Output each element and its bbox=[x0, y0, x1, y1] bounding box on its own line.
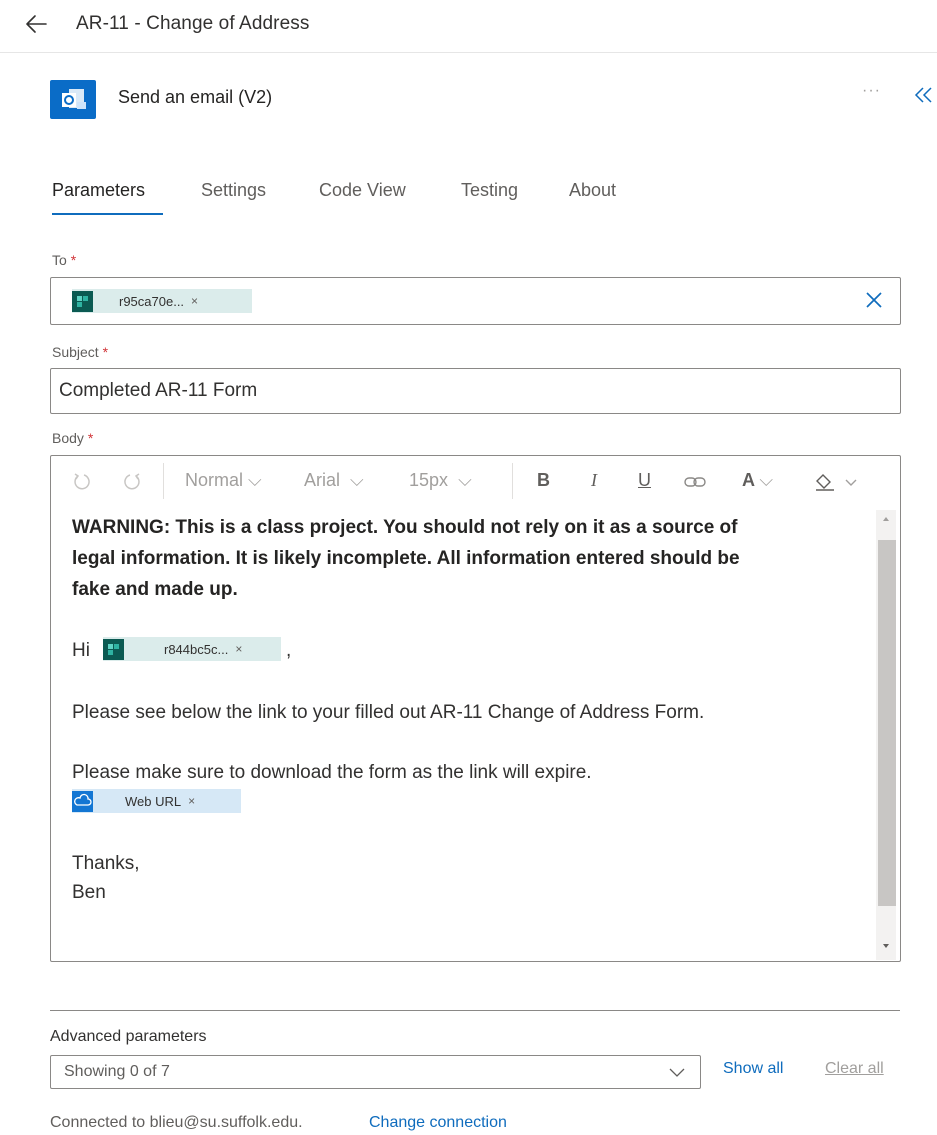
paragraph-style-dropdown[interactable]: Normal ⌵ bbox=[185, 470, 262, 491]
font-family-dropdown[interactable]: Arial ⌵ bbox=[304, 470, 364, 491]
tab-parameters[interactable]: Parameters bbox=[52, 180, 145, 201]
body-thanks: Thanks, bbox=[72, 853, 140, 874]
to-label: To * bbox=[52, 252, 77, 268]
web-url-token[interactable]: Web URL × bbox=[72, 789, 241, 813]
link-icon[interactable] bbox=[684, 474, 706, 490]
toolbar-divider bbox=[163, 463, 164, 499]
greeting-comma: , bbox=[286, 640, 292, 661]
tab-testing[interactable]: Testing bbox=[461, 180, 518, 201]
header-divider bbox=[0, 52, 937, 53]
warning-line: fake and made up. bbox=[72, 579, 238, 600]
dynamic-content-icon bbox=[103, 638, 124, 660]
chevron-down-icon: ⌵ bbox=[759, 470, 774, 490]
chevron-down-icon: ⌵ bbox=[350, 470, 364, 490]
chevron-down-icon: ⌵ bbox=[458, 470, 472, 490]
scrollbar-thumb[interactable] bbox=[878, 540, 896, 906]
dynamic-content-icon bbox=[72, 290, 93, 312]
body-label: Body * bbox=[52, 430, 94, 446]
body-signature: Ben bbox=[72, 882, 106, 903]
greeting-text: Hi bbox=[72, 640, 90, 661]
advanced-parameters-label: Advanced parameters bbox=[50, 1028, 207, 1045]
to-token[interactable]: r95ca70e... × bbox=[72, 289, 252, 313]
toolbar-divider bbox=[512, 463, 513, 499]
warning-line: WARNING: This is a class project. You sh… bbox=[72, 517, 738, 538]
font-size-dropdown[interactable]: 15px ⌵ bbox=[409, 470, 472, 491]
collapse-panel-icon[interactable] bbox=[912, 84, 934, 106]
more-options-icon[interactable]: ··· bbox=[862, 82, 884, 102]
tab-code-view[interactable]: Code View bbox=[319, 180, 406, 201]
italic-button[interactable]: I bbox=[591, 470, 597, 491]
remove-token-icon[interactable]: × bbox=[188, 794, 195, 808]
onedrive-icon bbox=[72, 790, 93, 812]
warning-line: legal information. It is likely incomple… bbox=[72, 548, 740, 569]
underline-button[interactable]: U bbox=[638, 470, 651, 491]
tab-settings[interactable]: Settings bbox=[201, 180, 266, 201]
action-title: Send an email (V2) bbox=[118, 87, 273, 107]
connection-status: Connected to blieu@su.suffolk.edu. bbox=[50, 1114, 303, 1131]
change-connection-link[interactable]: Change connection bbox=[369, 1114, 507, 1132]
highlight-color-button[interactable] bbox=[814, 472, 860, 492]
recipient-token[interactable]: r844bc5c... × bbox=[103, 637, 281, 661]
outlook-icon bbox=[50, 80, 96, 119]
flow-title: AR-11 - Change of Address bbox=[76, 13, 310, 34]
clear-field-icon[interactable] bbox=[862, 288, 886, 312]
clear-all-button[interactable]: Clear all bbox=[825, 1060, 884, 1078]
tab-about[interactable]: About bbox=[569, 180, 616, 201]
body-line-download: Please make sure to download the form as… bbox=[72, 762, 592, 783]
back-arrow-icon[interactable] bbox=[22, 10, 50, 38]
body-line-link: Please see below the link to your filled… bbox=[72, 702, 705, 723]
bold-button[interactable]: B bbox=[537, 470, 550, 491]
section-divider bbox=[50, 1010, 900, 1011]
show-all-button[interactable]: Show all bbox=[723, 1060, 783, 1078]
to-token-label: r95ca70e... bbox=[119, 293, 185, 309]
subject-label: Subject * bbox=[52, 344, 109, 360]
scroll-up-icon[interactable] bbox=[880, 512, 892, 524]
recipient-token-label: r844bc5c... bbox=[164, 641, 229, 657]
remove-token-icon[interactable]: × bbox=[191, 294, 198, 308]
web-url-label: Web URL bbox=[125, 793, 182, 809]
redo-icon[interactable] bbox=[122, 471, 142, 491]
chevron-down-icon: ⌵ bbox=[248, 470, 262, 490]
scroll-down-icon[interactable] bbox=[880, 939, 892, 951]
subject-value: Completed AR-11 Form bbox=[59, 380, 258, 401]
remove-token-icon[interactable]: × bbox=[235, 642, 242, 656]
chevron-down-icon[interactable] bbox=[668, 1064, 686, 1080]
font-color-button[interactable]: A ⌵ bbox=[742, 470, 773, 491]
undo-icon[interactable] bbox=[72, 471, 92, 491]
advanced-parameters-value: Showing 0 of 7 bbox=[64, 1063, 170, 1080]
active-tab-indicator bbox=[52, 213, 163, 215]
